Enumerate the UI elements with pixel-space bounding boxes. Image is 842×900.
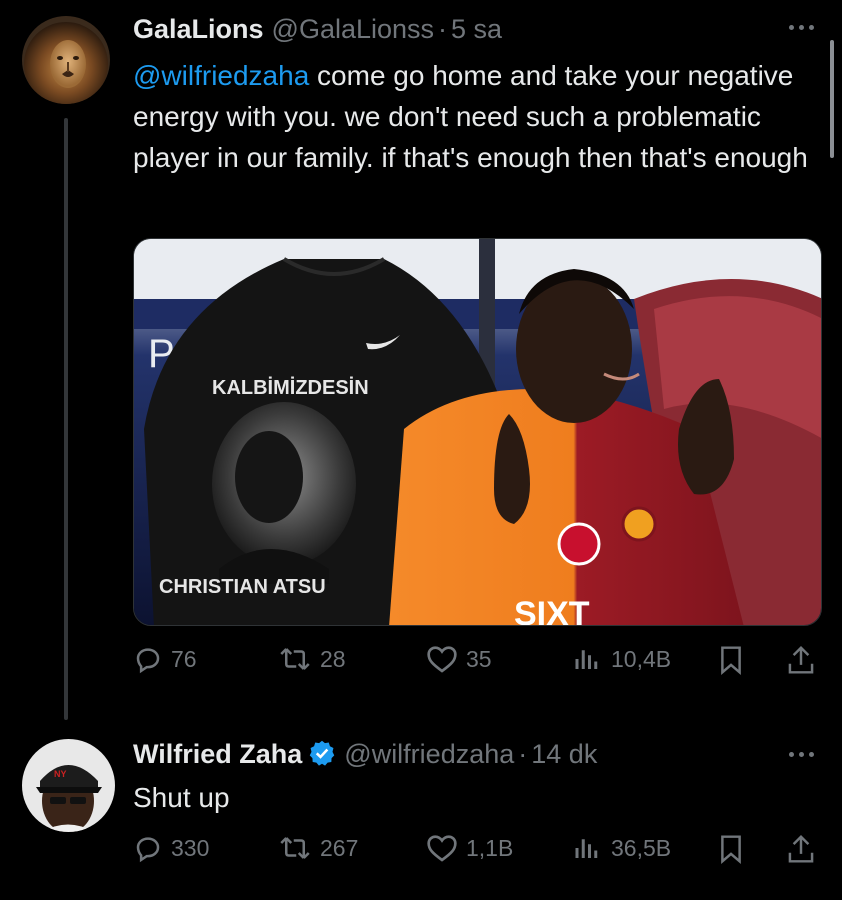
like-icon: [427, 835, 457, 862]
like-icon: [427, 646, 457, 673]
verified-badge-icon: [308, 739, 336, 767]
share-icon: [788, 834, 814, 863]
scrollbar[interactable]: [830, 40, 834, 158]
svg-text:NY: NY: [54, 769, 67, 779]
turkish-flag-badge: [557, 522, 601, 566]
bookmark-button[interactable]: [716, 833, 746, 865]
views-icon: [575, 650, 598, 669]
mention-link[interactable]: @wilfriedzaha: [133, 60, 309, 91]
bookmark-icon: [721, 646, 741, 675]
retweet-count: 28: [320, 645, 346, 672]
bookmark-button[interactable]: [716, 644, 746, 676]
shirt-bottom-text: CHRISTIAN ATSU: [159, 576, 326, 598]
retweet-count: 267: [320, 834, 359, 861]
tweet-text: @wilfriedzaha come go home and take your…: [133, 55, 813, 178]
photo-zaha-bench: P KALBİMİZDESİN CHRISTIAN ATSU SIXT: [134, 239, 821, 626]
more-icon: [788, 24, 794, 30]
separator-dot: ·: [518, 739, 528, 769]
tweet-wilfried-zaha[interactable]: NY Wilfried Zaha @wilfriedzaha · 14 dk S…: [0, 725, 842, 900]
reply-count: 76: [171, 645, 197, 672]
more-icon: [788, 751, 794, 757]
club-crest: [621, 506, 657, 542]
retweet-icon: [280, 837, 310, 859]
tweet-actions: 76 28 35 10,4B: [133, 644, 833, 684]
views-count: 36,5B: [611, 834, 672, 861]
user-handle[interactable]: @wilfriedzaha: [344, 739, 514, 770]
tweet-header: Wilfried Zaha @wilfriedzaha · 14 dk: [133, 735, 597, 770]
shirt-top-text: KALBİMİZDESİN: [212, 376, 369, 399]
reply-button[interactable]: 330: [133, 833, 209, 863]
reply-count: 330: [171, 834, 210, 861]
like-count: 35: [466, 645, 492, 672]
timestamp[interactable]: 5 sa: [451, 14, 502, 45]
user-handle[interactable]: @GalaLionss: [272, 14, 435, 45]
tweet-text: Shut up: [133, 782, 230, 813]
timestamp[interactable]: 14 dk: [531, 739, 597, 770]
separator-dot: ·: [438, 14, 448, 44]
galalions-avatar[interactable]: [22, 16, 110, 104]
views-button[interactable]: 10,4B: [571, 644, 671, 674]
like-button[interactable]: 35: [426, 644, 492, 674]
tweet-actions: 330 267 1,1B 36,5B: [133, 833, 833, 873]
reply-icon: [136, 648, 160, 674]
display-name[interactable]: GalaLions: [133, 14, 264, 45]
tweet-media-image[interactable]: P KALBİMİZDESİN CHRISTIAN ATSU SIXT: [133, 238, 822, 626]
reply-button[interactable]: 76: [133, 644, 197, 674]
reply-icon: [136, 837, 160, 863]
like-button[interactable]: 1,1B: [426, 833, 513, 863]
more-options-button[interactable]: [784, 20, 818, 34]
share-icon: [788, 645, 814, 674]
views-button[interactable]: 36,5B: [571, 833, 671, 863]
views-count: 10,4B: [611, 645, 672, 672]
zaha-avatar-image: NY: [22, 739, 115, 832]
tweet-header: GalaLions @GalaLionss · 5 sa: [133, 14, 502, 45]
wilfried-zaha-avatar[interactable]: NY: [22, 739, 115, 832]
retweet-button[interactable]: 28: [278, 644, 346, 674]
share-button[interactable]: [786, 833, 816, 865]
views-icon: [575, 839, 598, 858]
thread-line: [64, 118, 68, 720]
tweet-galalions[interactable]: GalaLions @GalaLionss · 5 sa @wilfriedza…: [0, 0, 842, 725]
more-options-button[interactable]: [784, 747, 818, 761]
share-button[interactable]: [786, 644, 816, 676]
display-name[interactable]: Wilfried Zaha: [133, 739, 302, 770]
sponsor-text: SIXT: [514, 595, 590, 626]
like-count: 1,1B: [466, 834, 514, 861]
retweet-icon: [280, 648, 310, 670]
lion-avatar-image: [22, 16, 110, 104]
retweet-button[interactable]: 267: [278, 833, 358, 863]
bookmark-icon: [721, 835, 741, 864]
